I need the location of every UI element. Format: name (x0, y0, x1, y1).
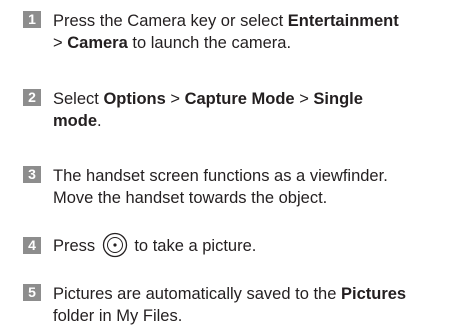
step-text-segment: folder in My Files. (53, 307, 183, 325)
step-text-segment: The handset screen functions as a viewfi… (53, 167, 388, 185)
step-text-segment: Move the handset towards the object. (53, 189, 328, 207)
step-number-badge: 3 (23, 166, 41, 183)
step-text-segment: > (165, 90, 185, 108)
menu-entertainment-label: Entertainment (287, 12, 399, 30)
step-number-badge: 4 (23, 237, 41, 254)
step-text-segment: > (294, 90, 314, 108)
step-number-badge: 2 (23, 89, 41, 106)
step-text-segment: Pictures are automatically saved to the (53, 285, 341, 303)
step-number-badge: 1 (23, 11, 41, 28)
step-text: Pictures are automatically saved to the … (53, 283, 452, 327)
menu-capture-mode-label: Capture Mode (184, 90, 295, 108)
step-text-segment: Press the Camera key or select (53, 12, 288, 30)
step-text-segment: Select (53, 90, 104, 108)
menu-options-label: Options (103, 90, 166, 108)
step-text-segment: to take a picture. (129, 237, 257, 255)
step-text: Press to take a picture. (53, 232, 452, 258)
step-text-segment: > (53, 34, 68, 52)
step-text-segment: to launch the camera. (127, 34, 292, 52)
step-text: The handset screen functions as a viewfi… (53, 165, 452, 209)
step-number-badge: 5 (23, 284, 41, 301)
folder-pictures-label: Pictures (340, 285, 407, 303)
single-word: Single (313, 90, 363, 108)
instruction-steps: 1 Press the Camera key or select Enterta… (0, 0, 452, 325)
step-text: Press the Camera key or select Entertain… (53, 10, 452, 54)
mode-word: mode (53, 112, 98, 130)
step-text-segment: . (97, 112, 102, 130)
step-text-segment: Press (53, 237, 100, 255)
menu-camera-label: Camera (67, 34, 128, 52)
step-text: Select Options > Capture Mode > Single mo… (53, 88, 452, 132)
ok-key-icon (102, 232, 127, 257)
